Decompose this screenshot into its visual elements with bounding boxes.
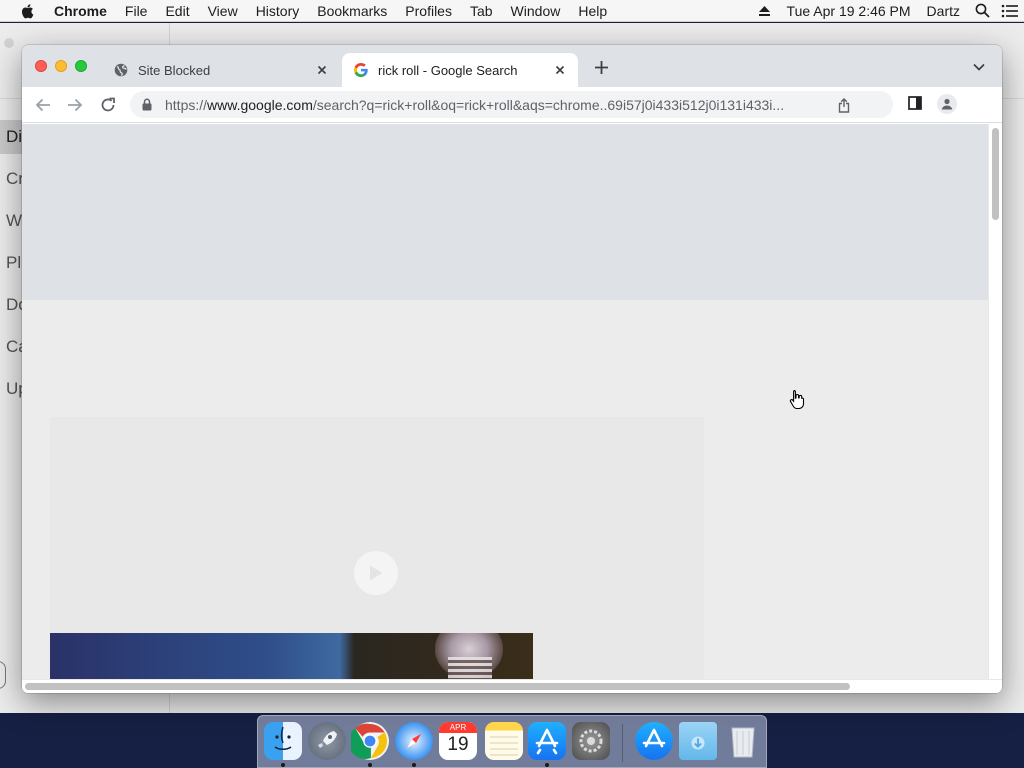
tab-search-chevron-down-icon[interactable] (971, 61, 987, 73)
menu-bookmarks[interactable]: Bookmarks (308, 0, 396, 22)
horizontal-scrollbar-thumb[interactable] (25, 683, 850, 690)
background-footer-circle-icon (0, 661, 6, 689)
calendar-month: APR (439, 722, 477, 733)
menu-user[interactable]: Dartz (919, 3, 968, 19)
play-icon[interactable] (354, 551, 398, 595)
menu-profiles[interactable]: Profiles (396, 0, 461, 22)
launchpad-icon[interactable] (308, 722, 346, 760)
chrome-window: Site Blocked rick roll - Google Search h… (22, 45, 1002, 693)
background-window-button[interactable] (4, 38, 14, 48)
close-window-button[interactable] (35, 60, 47, 72)
video-thumbnail[interactable] (50, 633, 533, 679)
menu-edit[interactable]: Edit (156, 0, 198, 22)
lock-icon[interactable] (142, 98, 154, 112)
url-text[interactable]: https://www.google.com/search?q=rick+rol… (165, 97, 825, 113)
tab-title: rick roll - Google Search (378, 62, 518, 78)
menu-history[interactable]: History (247, 0, 309, 22)
control-center-icon[interactable] (996, 0, 1024, 22)
address-bar[interactable]: https://www.google.com/search?q=rick+rol… (130, 91, 893, 118)
trash-icon[interactable] (724, 722, 762, 760)
menu-tab[interactable]: Tab (461, 0, 502, 22)
apple-menu-icon[interactable] (0, 0, 54, 22)
page-content[interactable] (22, 124, 988, 679)
system-preferences-gear-icon[interactable] (572, 722, 610, 760)
close-tab-icon[interactable] (314, 62, 330, 78)
tab-site-blocked[interactable]: Site Blocked (102, 53, 340, 87)
tab-strip: Site Blocked rick roll - Google Search (22, 45, 1002, 87)
zoom-window-button[interactable] (75, 60, 87, 72)
google-icon (353, 62, 369, 78)
profile-avatar-icon[interactable] (937, 94, 957, 114)
running-indicator (281, 763, 285, 767)
eject-icon[interactable] (751, 0, 779, 22)
chrome-icon[interactable] (348, 722, 389, 760)
loading-header-placeholder (22, 124, 988, 300)
notes-icon[interactable] (485, 722, 523, 760)
reload-icon[interactable] (98, 95, 118, 115)
calendar-day: 19 (447, 734, 469, 755)
vertical-scrollbar-thumb[interactable] (992, 128, 999, 220)
spotlight-search-icon[interactable] (968, 0, 996, 22)
running-indicator (412, 763, 416, 767)
calendar-icon[interactable]: APR 19 (439, 722, 477, 760)
back-arrow-icon[interactable] (33, 95, 53, 115)
horizontal-scrollbar[interactable] (22, 679, 1002, 693)
browser-toolbar: https://www.google.com/search?q=rick+rol… (22, 87, 1002, 123)
hand-cursor-icon (789, 389, 805, 410)
url-host: www.google.com (207, 96, 313, 113)
app-store-download-icon[interactable] (635, 722, 673, 760)
app-store-icon[interactable] (528, 722, 566, 760)
dock-separator (622, 724, 623, 762)
menu-file[interactable]: File (116, 0, 157, 22)
menu-view[interactable]: View (199, 0, 247, 22)
running-indicator (368, 763, 372, 767)
forward-arrow-icon[interactable] (65, 95, 85, 115)
finder-icon[interactable] (264, 722, 302, 760)
safari-icon[interactable] (395, 722, 433, 760)
globe-icon (113, 62, 129, 78)
vertical-scrollbar[interactable] (988, 124, 1002, 679)
url-scheme: https:// (165, 96, 208, 113)
menu-help[interactable]: Help (569, 0, 616, 22)
tab-title: Site Blocked (138, 62, 211, 78)
dock: APR 19 (257, 715, 767, 768)
share-icon[interactable] (837, 97, 851, 113)
minimize-window-button[interactable] (55, 60, 67, 72)
thumbnail-detail (448, 657, 492, 679)
menu-clock[interactable]: Tue Apr 19 2:46 PM (779, 3, 919, 19)
new-tab-plus-icon[interactable] (592, 58, 610, 76)
menu-bar: Chrome File Edit View History Bookmarks … (0, 0, 1024, 22)
url-path: /search?q=rick+roll&oq=rick+roll&aqs=chr… (312, 96, 785, 113)
close-tab-icon[interactable] (552, 62, 568, 78)
side-panel-icon[interactable] (908, 96, 924, 112)
downloads-folder-icon[interactable] (679, 722, 717, 760)
menu-app-name[interactable]: Chrome (54, 0, 116, 22)
menu-window[interactable]: Window (502, 0, 570, 22)
tab-google-search[interactable]: rick roll - Google Search (342, 53, 578, 87)
running-indicator (545, 763, 549, 767)
